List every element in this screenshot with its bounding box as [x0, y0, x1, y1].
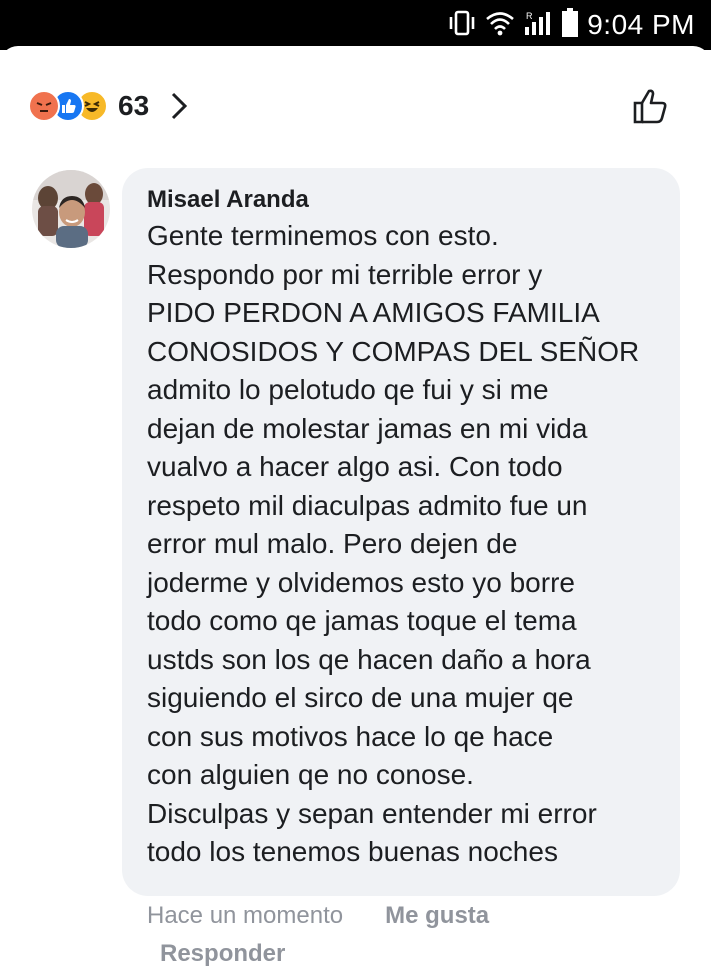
comment-line: Disculpas y sepan entender mi error: [147, 797, 597, 829]
comment-line: todo como qe jamas toque el tema: [147, 605, 577, 636]
comment-line: dejan de molestar jamas en mi vida: [147, 412, 588, 444]
chevron-right-icon[interactable]: [169, 91, 189, 121]
reply-link[interactable]: Responder: [160, 936, 285, 972]
comment-line: Gente terminemos con esto.: [147, 220, 499, 251]
comment-line: admito lo pelotudo qe fui y si me: [147, 374, 549, 405]
comment-line: error mul malo. Pero dejen de: [147, 528, 518, 559]
wifi-icon: [485, 10, 515, 41]
comment-line: con alguien qe no conose.: [147, 759, 474, 790]
comment-line: PIDO PERDON A AMIGOS FAMILIA: [147, 297, 600, 328]
status-time: 9:04 PM: [587, 9, 695, 40]
svg-text:R: R: [526, 11, 533, 21]
avatar[interactable]: [32, 170, 110, 248]
signal-icon: R: [523, 9, 553, 42]
reactions-summary[interactable]: 63: [28, 86, 189, 126]
angry-reaction-icon: [28, 90, 60, 122]
comment-author-name[interactable]: Misael Aranda: [147, 185, 660, 215]
like-button-icon[interactable]: [631, 86, 671, 131]
comment-line: joderme y olvidemos esto yo borre: [147, 566, 575, 598]
comment-line: respeto mil diaculpas admito fue un: [147, 489, 588, 521]
battery-icon: [561, 7, 579, 43]
comment-line: CONOSIDOS Y COMPAS DEL SEÑOR: [147, 335, 640, 367]
comment-timestamp: Hace un momento: [147, 902, 344, 929]
comment-bubble: Misael Aranda Gente terminemos con esto.…: [122, 168, 680, 896]
comment-line: ustds son los qe hacen daño a hora: [147, 643, 591, 675]
comment-line: siguiendo el sirco de una mujer qe: [147, 682, 574, 713]
vibrate-icon: [447, 9, 477, 42]
status-bar: R 9:04 PM: [0, 0, 711, 50]
comment-text: Gente terminemos con esto. Respondo por …: [147, 217, 660, 872]
comment-meta-row: Hace un momento Me gusta: [147, 898, 489, 934]
status-icons: R 9:04 PM: [447, 7, 695, 43]
comment-line: todo los tenemos buenas noches: [147, 836, 558, 867]
comment-line: Respondo por mi terrible error y: [147, 258, 543, 290]
comment-line: vualvo a hacer algo asi. Con todo: [147, 451, 563, 482]
like-link[interactable]: Me gusta: [385, 898, 489, 934]
comment-line: con sus motivos hace lo qe hace: [147, 720, 554, 752]
reaction-count: 63: [118, 90, 150, 121]
